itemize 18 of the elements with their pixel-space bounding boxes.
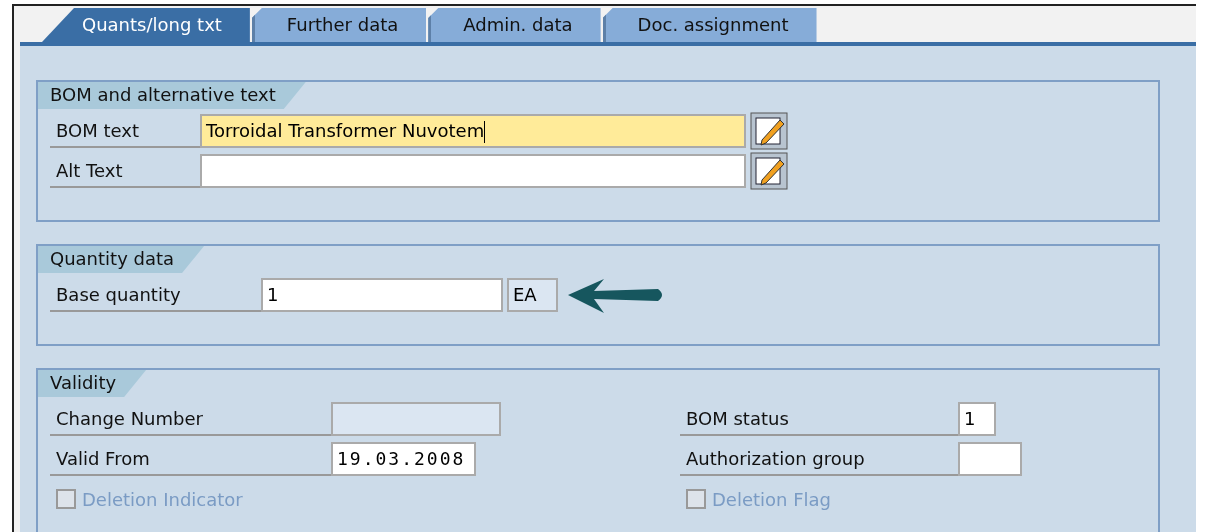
edit-icon[interactable] bbox=[750, 112, 788, 150]
tab[interactable]: Doc. assignment bbox=[602, 8, 817, 42]
input-field[interactable] bbox=[958, 442, 1022, 476]
tab[interactable]: Admin. data bbox=[428, 8, 601, 42]
edit-icon[interactable] bbox=[750, 152, 788, 190]
input-field[interactable] bbox=[200, 154, 746, 188]
group-title: Validity bbox=[38, 370, 147, 397]
input-field[interactable]: 19.03.2008 bbox=[331, 442, 476, 476]
checkbox-label: Deletion Flag bbox=[712, 488, 832, 510]
checkbox-label: Deletion Indicator bbox=[82, 488, 243, 510]
input-field[interactable]: 1 bbox=[958, 402, 996, 436]
group-title: Quantity data bbox=[38, 246, 205, 273]
tab[interactable]: Quants/long txt bbox=[42, 8, 250, 42]
tab[interactable]: Further data bbox=[251, 8, 427, 42]
input-field[interactable]: 1 bbox=[261, 278, 503, 312]
input-field[interactable]: Torroidal Transformer Nuvotem bbox=[200, 114, 746, 148]
group-title: BOM and alternative text bbox=[38, 82, 306, 109]
unit-field: EA bbox=[507, 278, 558, 312]
